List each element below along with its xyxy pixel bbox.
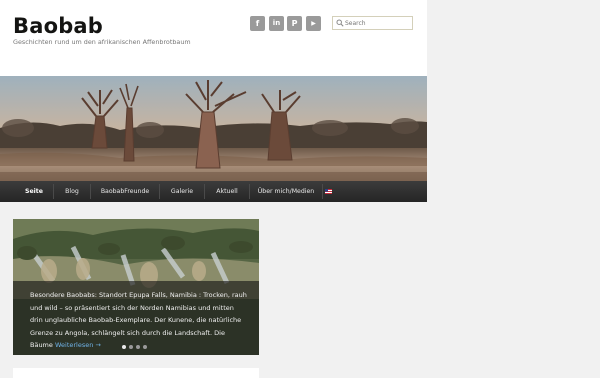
us-flag-icon[interactable] — [325, 189, 332, 194]
search-input[interactable] — [345, 18, 411, 28]
slider-dot-2[interactable] — [129, 345, 133, 349]
nav-divider — [322, 184, 323, 199]
nav-item-aktuell[interactable]: Aktuell — [205, 181, 249, 202]
nav-item-seite[interactable]: Seite — [15, 181, 53, 202]
youtube-icon[interactable]: ▶ — [306, 16, 321, 31]
pinterest-icon[interactable]: P — [287, 16, 302, 31]
nav-item-ueber-mich[interactable]: Über mich/Medien — [250, 181, 322, 202]
nav-item-blog[interactable]: Blog — [54, 181, 90, 202]
linkedin-icon[interactable]: in — [269, 16, 284, 31]
slide-caption: Besondere Baobabs: Standort Epupa Falls,… — [13, 281, 259, 355]
site-header: Baobab Geschichten rund um den afrikanis… — [0, 0, 427, 76]
content-card — [13, 368, 259, 378]
header-image — [0, 76, 427, 181]
page: Baobab Geschichten rund um den afrikanis… — [0, 0, 427, 378]
main-navigation: Seite Blog BaobabFreunde Galerie Aktuell… — [0, 181, 427, 202]
site-tagline: Geschichten rund um den afrikanischen Af… — [13, 38, 191, 46]
search-box[interactable] — [332, 16, 413, 30]
slider-dot-1[interactable] — [122, 345, 126, 349]
read-more-link[interactable]: Weiterlesen → — [55, 341, 101, 349]
slide-text: Besondere Baobabs: Standort Epupa Falls,… — [30, 289, 248, 352]
nav-item-baobabfreunde[interactable]: BaobabFreunde — [91, 181, 159, 202]
nav-item-galerie[interactable]: Galerie — [160, 181, 204, 202]
search-icon — [336, 19, 344, 27]
featured-slider[interactable]: Besondere Baobabs: Standort Epupa Falls,… — [13, 219, 259, 355]
slider-dot-3[interactable] — [136, 345, 140, 349]
facebook-icon[interactable]: f — [250, 16, 265, 31]
slider-dot-4[interactable] — [143, 345, 147, 349]
site-title[interactable]: Baobab — [13, 14, 103, 38]
